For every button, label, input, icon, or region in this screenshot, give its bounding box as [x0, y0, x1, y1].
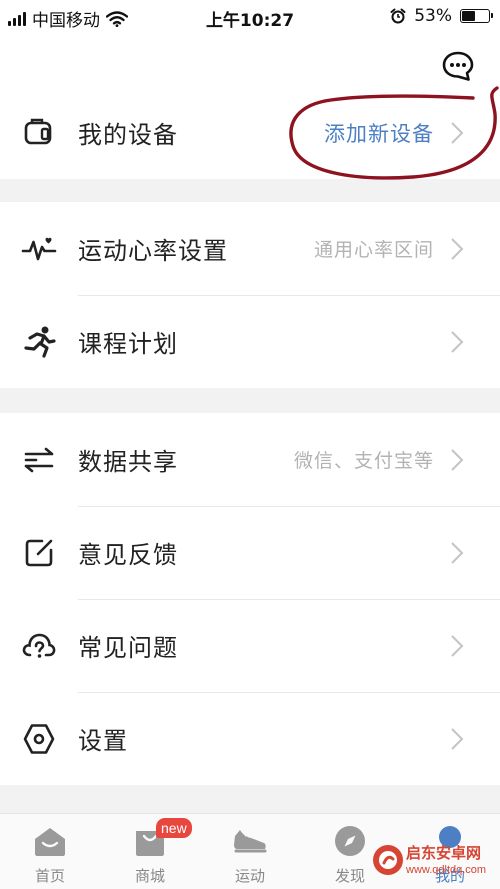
misc-section: 数据共享 微信、支付宝等 意见反馈 常见问题 设置 [0, 413, 500, 785]
tab-mall[interactable]: new 商城 [100, 814, 200, 889]
running-person-icon [24, 326, 56, 358]
add-new-device-link[interactable]: 添加新设备 [324, 118, 434, 148]
home-face-icon [35, 828, 65, 856]
chevron-right-icon [451, 330, 464, 353]
chevron-right-icon [451, 121, 464, 144]
faq-row[interactable]: 常见问题 [0, 599, 500, 692]
status-bar: 中国移动 上午10:27 53% [0, 0, 500, 34]
tab-discover-label: 发现 [334, 867, 365, 885]
heart-rate-label: 运动心率设置 [78, 237, 228, 265]
tab-home-label: 首页 [34, 867, 65, 885]
heart-pulse-icon [21, 237, 57, 260]
my-device-label: 我的设备 [78, 121, 178, 149]
heart-rate-value: 通用心率区间 [313, 239, 434, 261]
watch-device-icon [24, 118, 52, 144]
tab-sport-label: 运动 [234, 867, 265, 885]
settings-label: 设置 [78, 727, 128, 755]
course-plan-row[interactable]: 课程计划 [0, 295, 500, 388]
feedback-label: 意见反馈 [78, 541, 178, 569]
sliders-share-icon [24, 447, 54, 472]
tab-mine[interactable]: 我的 [400, 814, 500, 889]
heart-rate-settings-row[interactable]: 运动心率设置 通用心率区间 [0, 202, 500, 295]
data-share-row[interactable]: 数据共享 微信、支付宝等 [0, 413, 500, 506]
tab-mine-label: 我的 [434, 867, 465, 885]
faq-label: 常见问题 [78, 634, 178, 662]
chevron-right-icon [451, 448, 464, 471]
tab-mall-label: 商城 [134, 867, 165, 885]
battery-percent: 53% [414, 6, 452, 26]
message-dots-icon[interactable] [440, 48, 476, 84]
tab-discover[interactable]: 发现 [300, 814, 400, 889]
edit-note-icon [25, 539, 53, 566]
device-section: 我的设备 添加新设备 [0, 86, 500, 179]
alarm-icon [390, 8, 406, 24]
data-share-value: 微信、支付宝等 [293, 450, 434, 472]
profile-icon [439, 826, 461, 848]
chevron-right-icon [451, 634, 464, 657]
battery-icon [460, 9, 493, 23]
tab-sport[interactable]: 运动 [200, 814, 300, 889]
chevron-right-icon [451, 727, 464, 750]
chevron-right-icon [451, 541, 464, 564]
battery-level [462, 11, 475, 21]
chevron-right-icon [451, 237, 464, 260]
hexagon-gear-icon [23, 723, 55, 754]
bottom-tab-bar: 首页 new 商城 运动 发现 我的 [0, 813, 500, 889]
sneaker-icon [234, 830, 267, 853]
status-right: 53% [390, 6, 493, 26]
new-badge: new [156, 818, 192, 838]
my-device-row[interactable]: 我的设备 添加新设备 [0, 86, 500, 179]
sport-section: 运动心率设置 通用心率区间 课程计划 [0, 202, 500, 388]
settings-row[interactable]: 设置 [0, 692, 500, 785]
feedback-row[interactable]: 意见反馈 [0, 506, 500, 599]
cloud-question-icon [22, 633, 56, 658]
tab-home[interactable]: 首页 [0, 814, 100, 889]
compass-icon [335, 826, 365, 856]
course-plan-label: 课程计划 [78, 330, 178, 358]
data-share-label: 数据共享 [78, 448, 178, 476]
